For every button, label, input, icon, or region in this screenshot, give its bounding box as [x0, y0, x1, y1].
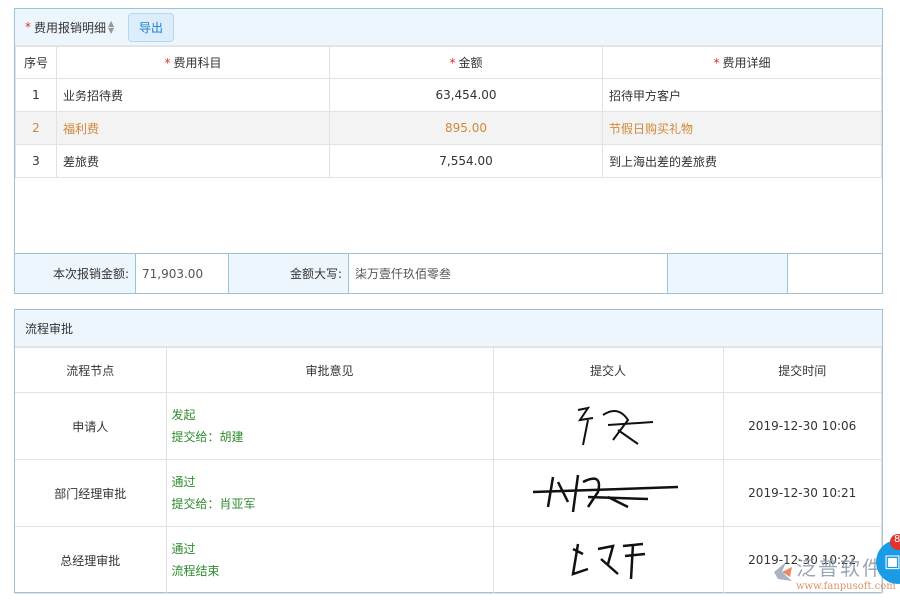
col-header-amount: *金额: [330, 47, 603, 79]
row-no: 3: [16, 145, 57, 178]
col-header-detail: *费用详细: [603, 47, 882, 79]
submit-time: 2019-12-30 10:06: [723, 393, 882, 460]
total-value: 71,903.00: [136, 254, 229, 293]
col-header-time: 提交时间: [723, 348, 882, 393]
logo-icon: [770, 559, 796, 585]
node: 申请人: [15, 393, 166, 460]
opinion: 通过流程结束: [166, 527, 493, 594]
signature-image: [493, 460, 723, 527]
chat-badge: 8: [890, 534, 900, 550]
approval-panel: 流程审批 流程节点 审批意见 提交人 提交时间 申请人 发起提交给：胡建 201…: [14, 309, 883, 593]
expense-table: 序号 *费用科目 *金额 *费用详细 1 业务招待费 63,454.00 招待甲…: [15, 46, 882, 178]
approval-panel-header: 流程审批: [15, 310, 882, 347]
signature-image: [493, 393, 723, 460]
row-amount: 895.00: [330, 112, 603, 145]
sort-icon[interactable]: ▲▼: [108, 20, 118, 34]
upper-label: 金额大写:: [229, 254, 349, 293]
col-header-item: *费用科目: [57, 47, 330, 79]
chat-icon: ▣: [884, 551, 900, 572]
node: 部门经理审批: [15, 460, 166, 527]
row-item: 差旅费: [57, 145, 330, 178]
row-item: 业务招待费: [57, 79, 330, 112]
upper-value: 柒万壹仟玖佰零叁: [349, 254, 668, 293]
col-header-no: 序号: [16, 47, 57, 79]
row-no: 1: [16, 79, 57, 112]
node: 总经理审批: [15, 527, 166, 594]
table-row: 申请人 发起提交给：胡建 2019-12-30 10:06: [15, 393, 882, 460]
expense-detail-panel: * 费用报销明细 ▲▼ 导出 序号 *费用科目 *金额 *费用详细 1 业务招待…: [14, 8, 883, 294]
table-row[interactable]: 2 福利费 895.00 节假日购买礼物: [16, 112, 882, 145]
table-row: 部门经理审批 通过提交给：肖亚军 2019-12-30 10:21: [15, 460, 882, 527]
table-row[interactable]: 1 业务招待费 63,454.00 招待甲方客户: [16, 79, 882, 112]
col-header-node: 流程节点: [15, 348, 166, 393]
approval-table: 流程节点 审批意见 提交人 提交时间 申请人 发起提交给：胡建 2019-12-…: [15, 347, 882, 594]
row-no: 2: [16, 112, 57, 145]
total-label: 本次报销金额:: [15, 254, 136, 293]
empty-label: [668, 254, 788, 293]
required-star: *: [25, 20, 31, 34]
approval-title: 流程审批: [25, 320, 73, 337]
table-row[interactable]: 3 差旅费 7,554.00 到上海出差的差旅费: [16, 145, 882, 178]
expense-panel-header: * 费用报销明细 ▲▼ 导出: [15, 9, 882, 46]
row-amount: 7,554.00: [330, 145, 603, 178]
row-detail: 到上海出差的差旅费: [603, 145, 882, 178]
row-detail: 招待甲方客户: [603, 79, 882, 112]
row-amount: 63,454.00: [330, 79, 603, 112]
row-detail: 节假日购买礼物: [603, 112, 882, 145]
empty-value: [788, 254, 882, 293]
col-header-submitter: 提交人: [493, 348, 723, 393]
col-header-opinion: 审批意见: [166, 348, 493, 393]
expense-title: 费用报销明细: [34, 19, 106, 36]
table-row: 总经理审批 通过流程结束 2019-12-30 10:22: [15, 527, 882, 594]
submit-time: 2019-12-30 10:21: [723, 460, 882, 527]
opinion: 通过提交给：肖亚军: [166, 460, 493, 527]
signature-image: [493, 527, 723, 594]
expense-summary: 本次报销金额: 71,903.00 金额大写: 柒万壹仟玖佰零叁: [15, 253, 882, 293]
opinion: 发起提交给：胡建: [166, 393, 493, 460]
row-item: 福利费: [57, 112, 330, 145]
export-button[interactable]: 导出: [128, 13, 174, 42]
